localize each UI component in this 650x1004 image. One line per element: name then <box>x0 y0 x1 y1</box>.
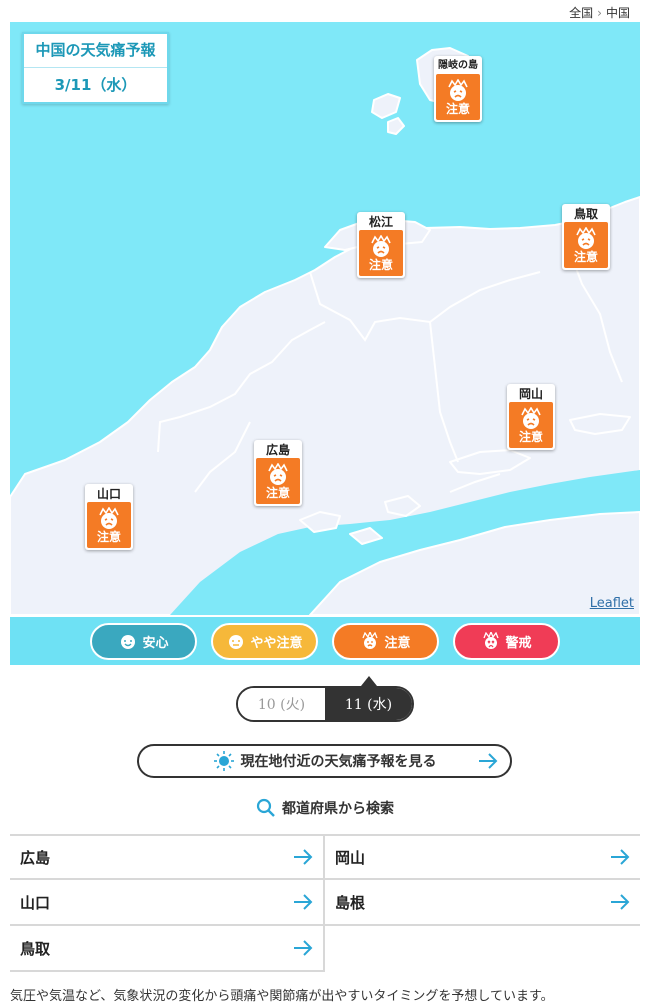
arrow-right-icon <box>479 753 498 769</box>
prefecture-name: 岡山 <box>335 848 366 867</box>
marker-level: 注意 <box>518 429 543 444</box>
legend-warn: 警戒 <box>453 622 560 660</box>
marker-yamaguchi[interactable]: 山口 注意 <box>85 484 133 550</box>
marker-name: 広島 <box>265 443 290 457</box>
marker-name: 松江 <box>368 215 393 229</box>
prefecture-name: 島根 <box>335 893 366 912</box>
legend-label: 安心 <box>142 635 169 651</box>
prefecture-name: 広島 <box>20 848 51 867</box>
marker-okayama[interactable]: 岡山 注意 <box>507 384 555 450</box>
date-tab-11[interactable]: 11 (水) <box>325 688 412 720</box>
prefecture-item-shimane[interactable]: 島根 <box>325 880 640 926</box>
slight-face-icon <box>229 635 244 649</box>
pain-face-icon <box>576 226 596 249</box>
pain-face-icon <box>521 406 541 429</box>
selected-date-pointer <box>361 676 377 686</box>
prefecture-item-okayama[interactable]: 岡山 <box>325 834 640 880</box>
legend-safe: 安心 <box>90 622 197 660</box>
marker-name: 山口 <box>96 487 121 501</box>
marker-tottori[interactable]: 鳥取 注意 <box>562 204 610 270</box>
marker-level: 注意 <box>96 529 121 544</box>
marker-level: 注意 <box>368 257 393 272</box>
legend-label: 警戒 <box>505 635 532 651</box>
breadcrumb-current: 中国 <box>605 6 630 20</box>
chevron-right-icon: › <box>597 5 602 20</box>
marker-matsue[interactable]: 松江 注意 <box>357 212 405 278</box>
prefecture-search-link[interactable]: 都道府県から検索 <box>0 796 650 820</box>
prefecture-list: 広島 岡山 山口 島根 鳥取 <box>10 834 640 972</box>
forecast-title-box: 中国の天気痛予報 3/11（水） <box>22 32 169 104</box>
footnote: 気圧や気温など、気象状況の変化から頭痛や関節痛が出やすいタイミングを予想していま… <box>10 989 554 1004</box>
legend-slight: やや注意 <box>211 622 318 660</box>
prefecture-item-hiroshima[interactable]: 広島 <box>10 834 325 880</box>
marker-name: 鳥取 <box>573 207 598 221</box>
legend-bar: 安心 やや注意 注意 警戒 <box>10 617 640 665</box>
date-tab-10[interactable]: 10 (火) <box>238 688 325 720</box>
search-label: 都道府県から検索 <box>282 801 394 817</box>
marker-level-box: 注意 <box>436 74 480 120</box>
marker-name: 隠岐の島 <box>438 60 478 71</box>
sun-icon <box>213 751 234 771</box>
warn-face-icon <box>483 632 500 649</box>
arrow-right-icon <box>294 940 313 956</box>
marker-level: 注意 <box>265 485 290 500</box>
marker-name: 岡山 <box>518 387 543 401</box>
marker-level-box: 注意 <box>509 402 553 448</box>
arrow-right-icon <box>294 894 313 910</box>
marker-level-box: 注意 <box>256 458 300 504</box>
arrow-right-icon <box>294 849 313 865</box>
pain-face-icon <box>268 462 288 485</box>
arrow-right-icon <box>611 849 630 865</box>
caution-face-icon <box>362 632 379 649</box>
prefecture-item-yamaguchi[interactable]: 山口 <box>10 880 325 926</box>
marker-oki[interactable]: 隠岐の島 注意 <box>434 56 482 122</box>
search-icon <box>256 798 275 817</box>
current-location-label: 現在地付近の天気痛予報を見る <box>240 754 437 770</box>
marker-level-box: 注意 <box>564 222 608 268</box>
forecast-map[interactable]: 中国の天気痛予報 3/11（水） 隠岐の島 注意 松江 注意 鳥取 注意 岡山 … <box>10 22 640 615</box>
breadcrumb-home-link[interactable]: 全国 <box>569 4 593 21</box>
pain-face-icon <box>99 506 119 529</box>
forecast-title: 中国の天気痛予報 <box>24 34 167 68</box>
prefecture-item-tottori[interactable]: 鳥取 <box>10 926 325 972</box>
date-toggle: 10 (火) 11 (水) <box>236 686 414 722</box>
pain-face-icon <box>448 78 468 101</box>
map-attribution-link[interactable]: Leaflet <box>590 596 634 611</box>
marker-hiroshima[interactable]: 広島 注意 <box>254 440 302 506</box>
pain-face-icon <box>371 234 391 257</box>
breadcrumb: 全国 › 中国 <box>569 4 630 21</box>
legend-label: 注意 <box>384 635 411 651</box>
legend-caution: 注意 <box>332 622 439 660</box>
safe-face-icon <box>121 635 136 649</box>
marker-level: 注意 <box>573 249 598 264</box>
arrow-right-icon <box>611 894 630 910</box>
prefecture-name: 鳥取 <box>20 939 51 958</box>
marker-level: 注意 <box>445 101 470 116</box>
legend-label: やや注意 <box>250 635 303 651</box>
marker-level-box: 注意 <box>359 230 403 276</box>
marker-level-box: 注意 <box>87 502 131 548</box>
current-location-button[interactable]: 現在地付近の天気痛予報を見る <box>137 744 512 778</box>
prefecture-name: 山口 <box>20 893 51 912</box>
forecast-date: 3/11（水） <box>54 76 137 94</box>
